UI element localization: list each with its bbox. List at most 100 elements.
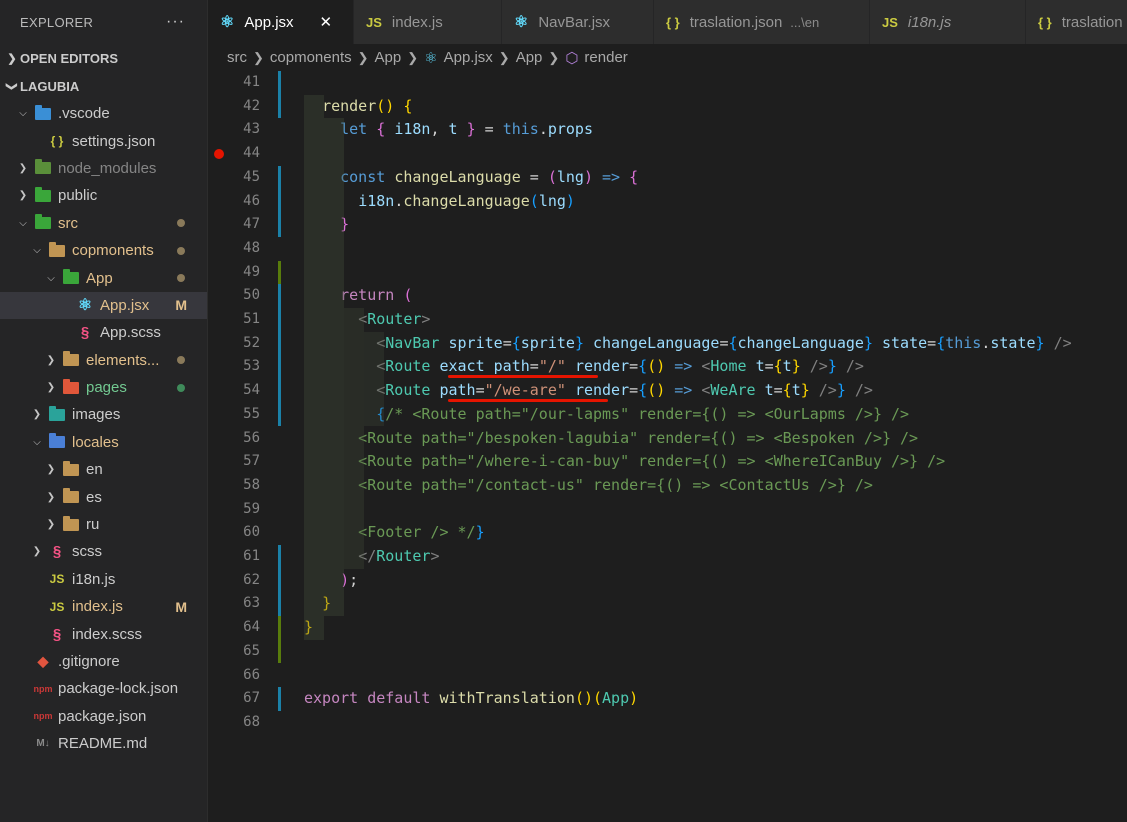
- chevron-right-icon: ❯: [46, 491, 56, 503]
- chevron-down-icon: ⌵: [33, 245, 41, 257]
- tree-item-app-scss[interactable]: § App.scss: [0, 319, 207, 346]
- tab-traslation-json[interactable]: { } traslation: [1026, 0, 1127, 44]
- tree-item-app-jsx[interactable]: ⚛ App.jsx M: [0, 291, 207, 320]
- tree-item-pages[interactable]: ❯ pages: [0, 374, 207, 401]
- tree-item-label: copmonents: [72, 242, 154, 260]
- red-underline-annotation: [448, 399, 608, 403]
- tree-item-public[interactable]: ❯ public: [0, 182, 207, 209]
- tab-label: traslation: [1061, 13, 1123, 31]
- tree-item-es[interactable]: ❯ es: [0, 483, 207, 510]
- tree-item-app-folder[interactable]: ⌵ App: [0, 264, 207, 291]
- tree-item-label: package-lock.json: [58, 680, 179, 698]
- sass-folder-icon: §: [52, 543, 62, 561]
- tab-app-jsx[interactable]: ⚛ App.jsx ✕: [208, 0, 354, 44]
- tree-item-package-json[interactable]: npm package.json: [0, 703, 207, 730]
- line-number: 62: [243, 571, 260, 588]
- indent-guide: [344, 308, 364, 569]
- tree-item-gitignore[interactable]: ◆ .gitignore: [0, 648, 207, 675]
- pages-folder-icon: [62, 378, 80, 396]
- tree-item-label: .vscode: [58, 105, 110, 123]
- tab-traslation-json-en[interactable]: { } traslation.json ...\en: [654, 0, 870, 44]
- code-line[interactable]: 46 i18n.changeLanguage(lng): [208, 190, 1127, 214]
- editor-tabs: ⚛ App.jsx ✕ JS index.js ⚛ NavBar.jsx { }…: [208, 0, 1127, 44]
- breadcrumb-copmonents[interactable]: copmonents: [270, 49, 352, 66]
- tree-item-label: settings.json: [72, 132, 156, 150]
- tree-item-package-lock[interactable]: npm package-lock.json: [0, 675, 207, 702]
- breadcrumb-app-jsx[interactable]: App.jsx: [444, 49, 493, 66]
- tree-item-label: scss: [72, 543, 102, 561]
- tree-item-src[interactable]: ⌵ src: [0, 210, 207, 237]
- tree-item-label: node_modules: [58, 159, 157, 177]
- code-line[interactable]: 48: [208, 237, 1127, 261]
- close-icon[interactable]: ✕: [320, 13, 333, 31]
- code-line[interactable]: 49: [208, 261, 1127, 285]
- code-line[interactable]: 65: [208, 640, 1127, 664]
- tree-item-label: images: [72, 406, 121, 424]
- tab-i18n-js[interactable]: JS i18n.js: [870, 0, 1026, 44]
- code-line[interactable]: 41: [208, 71, 1127, 95]
- tree-item-images[interactable]: ❯ images: [0, 401, 207, 428]
- breadcrumb: src ❯ copmonents ❯ App ❯ ⚛ App.jsx ❯ App…: [208, 44, 1127, 71]
- breadcrumb-app-folder[interactable]: App: [375, 49, 402, 66]
- code-editor[interactable]: 41 42 render() {43 let { i18n, t } = this…: [208, 71, 1127, 822]
- code-line[interactable]: 68: [208, 711, 1127, 735]
- tree-item-en[interactable]: ❯ en: [0, 456, 207, 483]
- breadcrumb-render[interactable]: render: [584, 49, 627, 66]
- breadcrumb-app-class[interactable]: App: [516, 49, 543, 66]
- open-editors-label: OPEN EDITORS: [20, 50, 119, 66]
- tree-item-label: App.jsx: [100, 296, 150, 314]
- tab-navbar-jsx[interactable]: ⚛ NavBar.jsx: [502, 0, 654, 44]
- tab-index-js[interactable]: JS index.js: [354, 0, 502, 44]
- line-number: 56: [243, 429, 260, 446]
- code-line[interactable]: 62 );: [208, 569, 1127, 593]
- tree-item-node-modules[interactable]: ❯ node_modules: [0, 155, 207, 182]
- tree-item-label: index.js: [72, 598, 123, 616]
- tree-item-ru[interactable]: ❯ ru: [0, 511, 207, 538]
- tree-item-readme[interactable]: M↓ README.md: [0, 730, 207, 757]
- code-line[interactable]: 42 render() {: [208, 95, 1127, 119]
- tree-item-scss[interactable]: ❯ § scss: [0, 538, 207, 565]
- code-line[interactable]: 66: [208, 664, 1127, 688]
- folder-icon: [48, 241, 66, 259]
- line-number: 49: [243, 263, 260, 280]
- tree-item-label: .gitignore: [58, 653, 120, 670]
- code-line[interactable]: 43 let { i18n, t } = this.props: [208, 118, 1127, 142]
- code-line[interactable]: 45 const changeLanguage = (lng) => {: [208, 166, 1127, 190]
- line-number: 59: [243, 500, 260, 517]
- tree-item-copmonents[interactable]: ⌵ copmonents: [0, 237, 207, 264]
- code-line[interactable]: 50 return (: [208, 284, 1127, 308]
- line-number: 61: [243, 548, 260, 564]
- tree-item-i18n-js[interactable]: JS i18n.js: [0, 566, 207, 593]
- tree-item-locales[interactable]: ⌵ locales: [0, 429, 207, 456]
- code-line[interactable]: 63 }: [208, 592, 1127, 616]
- gutter-change-marker: [278, 545, 281, 617]
- tab-label: index.js: [391, 13, 443, 31]
- chevron-right-icon: ❯: [407, 49, 419, 65]
- open-editors-section[interactable]: ❯ OPEN EDITORS: [0, 44, 207, 72]
- line-number: 51: [243, 311, 260, 327]
- code-line[interactable]: 47 }: [208, 213, 1127, 237]
- react-icon: ⚛: [424, 49, 438, 67]
- sass-icon: §: [80, 324, 90, 342]
- more-actions-icon[interactable]: ···: [166, 13, 185, 31]
- chevron-right-icon: ❯: [32, 546, 42, 558]
- tab-label: NavBar.jsx: [538, 13, 611, 31]
- project-section[interactable]: ❯ LAGUBIA: [0, 72, 207, 100]
- sass-icon: §: [52, 625, 62, 643]
- code-line[interactable]: 44: [208, 142, 1127, 166]
- code-text: export default withTranslation()(App): [304, 689, 639, 708]
- tab-label: traslation.json: [689, 13, 783, 31]
- tree-item-elements[interactable]: ❯ elements...: [0, 347, 207, 374]
- code-line[interactable]: 64}: [208, 616, 1127, 640]
- tree-item-index-js[interactable]: JS index.js M: [0, 593, 207, 620]
- line-number: 42: [243, 97, 260, 114]
- gutter-change-marker: [278, 71, 281, 119]
- code-line[interactable]: 67 export default withTranslation()(App): [208, 687, 1127, 711]
- tree-item-settings-json[interactable]: { } settings.json: [0, 127, 207, 154]
- indent-guide: [324, 118, 344, 617]
- tree-item-vscode[interactable]: ⌵ .vscode: [0, 100, 207, 127]
- breadcrumb-src[interactable]: src: [227, 49, 247, 66]
- tree-item-label: en: [86, 461, 103, 479]
- tree-item-index-scss[interactable]: § index.scss: [0, 620, 207, 647]
- code-text: const changeLanguage = (lng) => {: [340, 167, 639, 186]
